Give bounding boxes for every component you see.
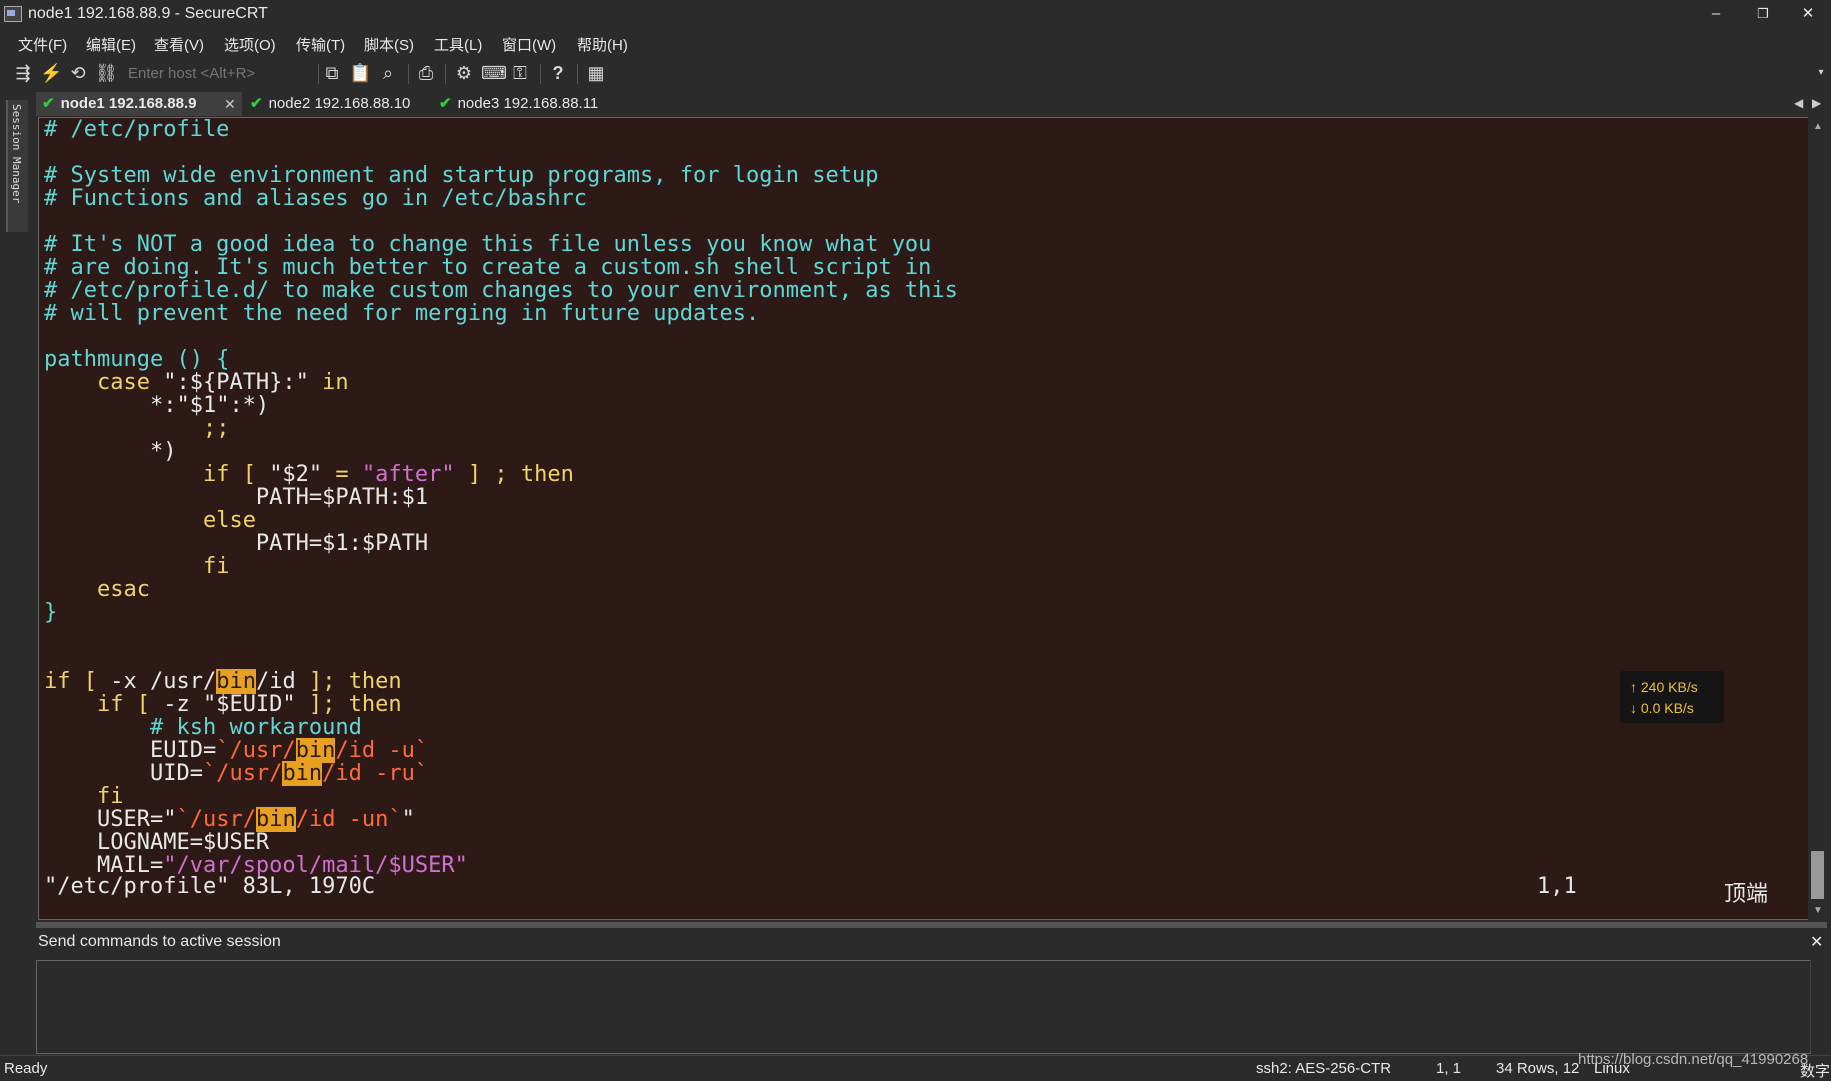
terminal-text: # /etc/profile # System wide environment… (44, 117, 958, 878)
menu-file[interactable]: 文件(F) (18, 34, 67, 55)
side-panel (0, 92, 30, 1052)
scroll-down-icon[interactable]: ▼ (1813, 905, 1823, 916)
connected-check-icon: ✔ (439, 95, 452, 112)
vim-cursor-position: 1,1 (1537, 874, 1577, 899)
tab-node3[interactable]: ✔ node3 192.168.88.11 (433, 92, 629, 116)
minimize-button[interactable]: – (1698, 2, 1734, 26)
title-bar: node1 192.168.88.9 - SecureCRT – ❐ ✕ (0, 0, 1831, 28)
status-cipher: ssh2: AES-256-CTR (1256, 1060, 1392, 1077)
tab-node1[interactable]: ✔ node1 192.168.88.9 (36, 92, 242, 116)
menu-script[interactable]: 脚本(S) (364, 34, 414, 55)
securecrt-app-icon[interactable] (4, 6, 22, 22)
toolbar-separator (408, 64, 409, 84)
toolbar-separator (577, 64, 578, 84)
key-icon[interactable]: ⚿ (509, 62, 531, 84)
menu-bar: 文件(F) 编辑(E) 查看(V) 选项(O) 传输(T) 脚本(S) 工具(L… (0, 28, 1831, 56)
disconnect-icon[interactable]: ⛓ (95, 62, 118, 84)
command-window-title: Send commands to active session (38, 933, 281, 950)
terminal-area[interactable]: # /etc/profile # System wide environment… (38, 117, 1810, 920)
keymap-icon[interactable]: ⌨ (481, 62, 507, 84)
menu-help[interactable]: 帮助(H) (577, 34, 628, 55)
scroll-thumb[interactable] (1811, 851, 1824, 899)
menu-options[interactable]: 选项(O) (224, 34, 276, 55)
download-speed: ↓ 0.0 KB/s (1630, 700, 1694, 716)
tab-close-icon[interactable]: ✕ (224, 96, 236, 113)
session-tab-bar: ✔ node1 192.168.88.9 ✕ ✔ node2 192.168.88.… (36, 92, 1831, 116)
window-title: node1 192.168.88.9 - SecureCRT (28, 5, 268, 22)
tab-node2[interactable]: ✔ node2 192.168.88.10 (244, 92, 430, 116)
status-bar: Ready ssh2: AES-256-CTR 1, 1 34 Rows, 12… (0, 1055, 1831, 1081)
reconnect-icon[interactable]: ⟲ (67, 62, 89, 84)
print-icon[interactable]: ⎙ (415, 62, 437, 84)
connected-check-icon: ✔ (42, 95, 55, 112)
toolbar-separator (540, 64, 541, 84)
tab-label: node2 192.168.88.10 (268, 95, 411, 112)
session-manager-label: Session Manager (10, 104, 23, 204)
tab-label: node1 192.168.88.9 (60, 95, 197, 112)
vim-scroll-position: 顶端 (1724, 881, 1769, 906)
find-icon[interactable]: ⌕ (377, 62, 399, 84)
menu-view[interactable]: 查看(V) (154, 34, 204, 55)
tab-scroll-left-icon[interactable]: ◀ (1794, 96, 1803, 110)
menu-transfer[interactable]: 传输(T) (296, 34, 345, 55)
command-window-scrollbar[interactable] (1810, 960, 1829, 1052)
tab-label: node3 192.168.88.11 (457, 95, 599, 112)
status-size: 34 Rows, 12 (1496, 1060, 1580, 1077)
upload-speed: ↑ 240 KB/s (1630, 679, 1698, 695)
toolbar: ⇶ ⚡ ⟲ ⛓ ⧉ 📋 ⌕ ⎙ ⚙ ⌨ ⚿ ? ▦ ▾ (0, 56, 1831, 90)
toolbar-separator (318, 64, 319, 84)
menu-window[interactable]: 窗口(W) (502, 34, 556, 55)
status-ready: Ready (4, 1060, 48, 1077)
scroll-up-icon[interactable]: ▲ (1813, 121, 1823, 132)
restore-button[interactable]: ❐ (1745, 2, 1781, 26)
command-input-area[interactable] (36, 960, 1811, 1054)
menu-edit[interactable]: 编辑(E) (86, 34, 136, 55)
help-icon[interactable]: ? (547, 62, 569, 84)
toolbar-overflow-icon[interactable]: ▾ (1810, 62, 1831, 84)
tab-scroll-right-icon[interactable]: ▶ (1812, 96, 1821, 110)
toolbar-separator (445, 64, 446, 84)
paste-icon[interactable]: 📋 (349, 62, 371, 84)
connect-icon[interactable]: ⇶ (12, 62, 34, 84)
status-cursor: 1, 1 (1436, 1060, 1462, 1077)
connected-check-icon: ✔ (250, 95, 263, 112)
copy-icon[interactable]: ⧉ (321, 62, 343, 84)
settings-icon[interactable]: ⚙ (453, 62, 475, 84)
session-manager-tab[interactable]: Session Manager (6, 100, 28, 232)
close-button[interactable]: ✕ (1790, 2, 1826, 26)
vim-file-status: "/etc/profile" 83L, 1970C (44, 874, 376, 899)
watermark: https://blog.csdn.net/qq_41990268 (1578, 1051, 1809, 1068)
sftp-icon[interactable]: ▦ (585, 62, 607, 84)
terminal-scrollbar[interactable]: ▲ ▼ (1808, 117, 1827, 920)
quick-connect-icon[interactable]: ⚡ (40, 62, 62, 84)
network-speed-widget: ↑ 240 KB/s ↓ 0.0 KB/s (1620, 671, 1724, 723)
pane-splitter[interactable] (36, 922, 1827, 928)
command-window-close-icon[interactable]: ✕ (1810, 932, 1823, 952)
menu-tools[interactable]: 工具(L) (434, 34, 482, 55)
host-input[interactable] (124, 62, 310, 84)
